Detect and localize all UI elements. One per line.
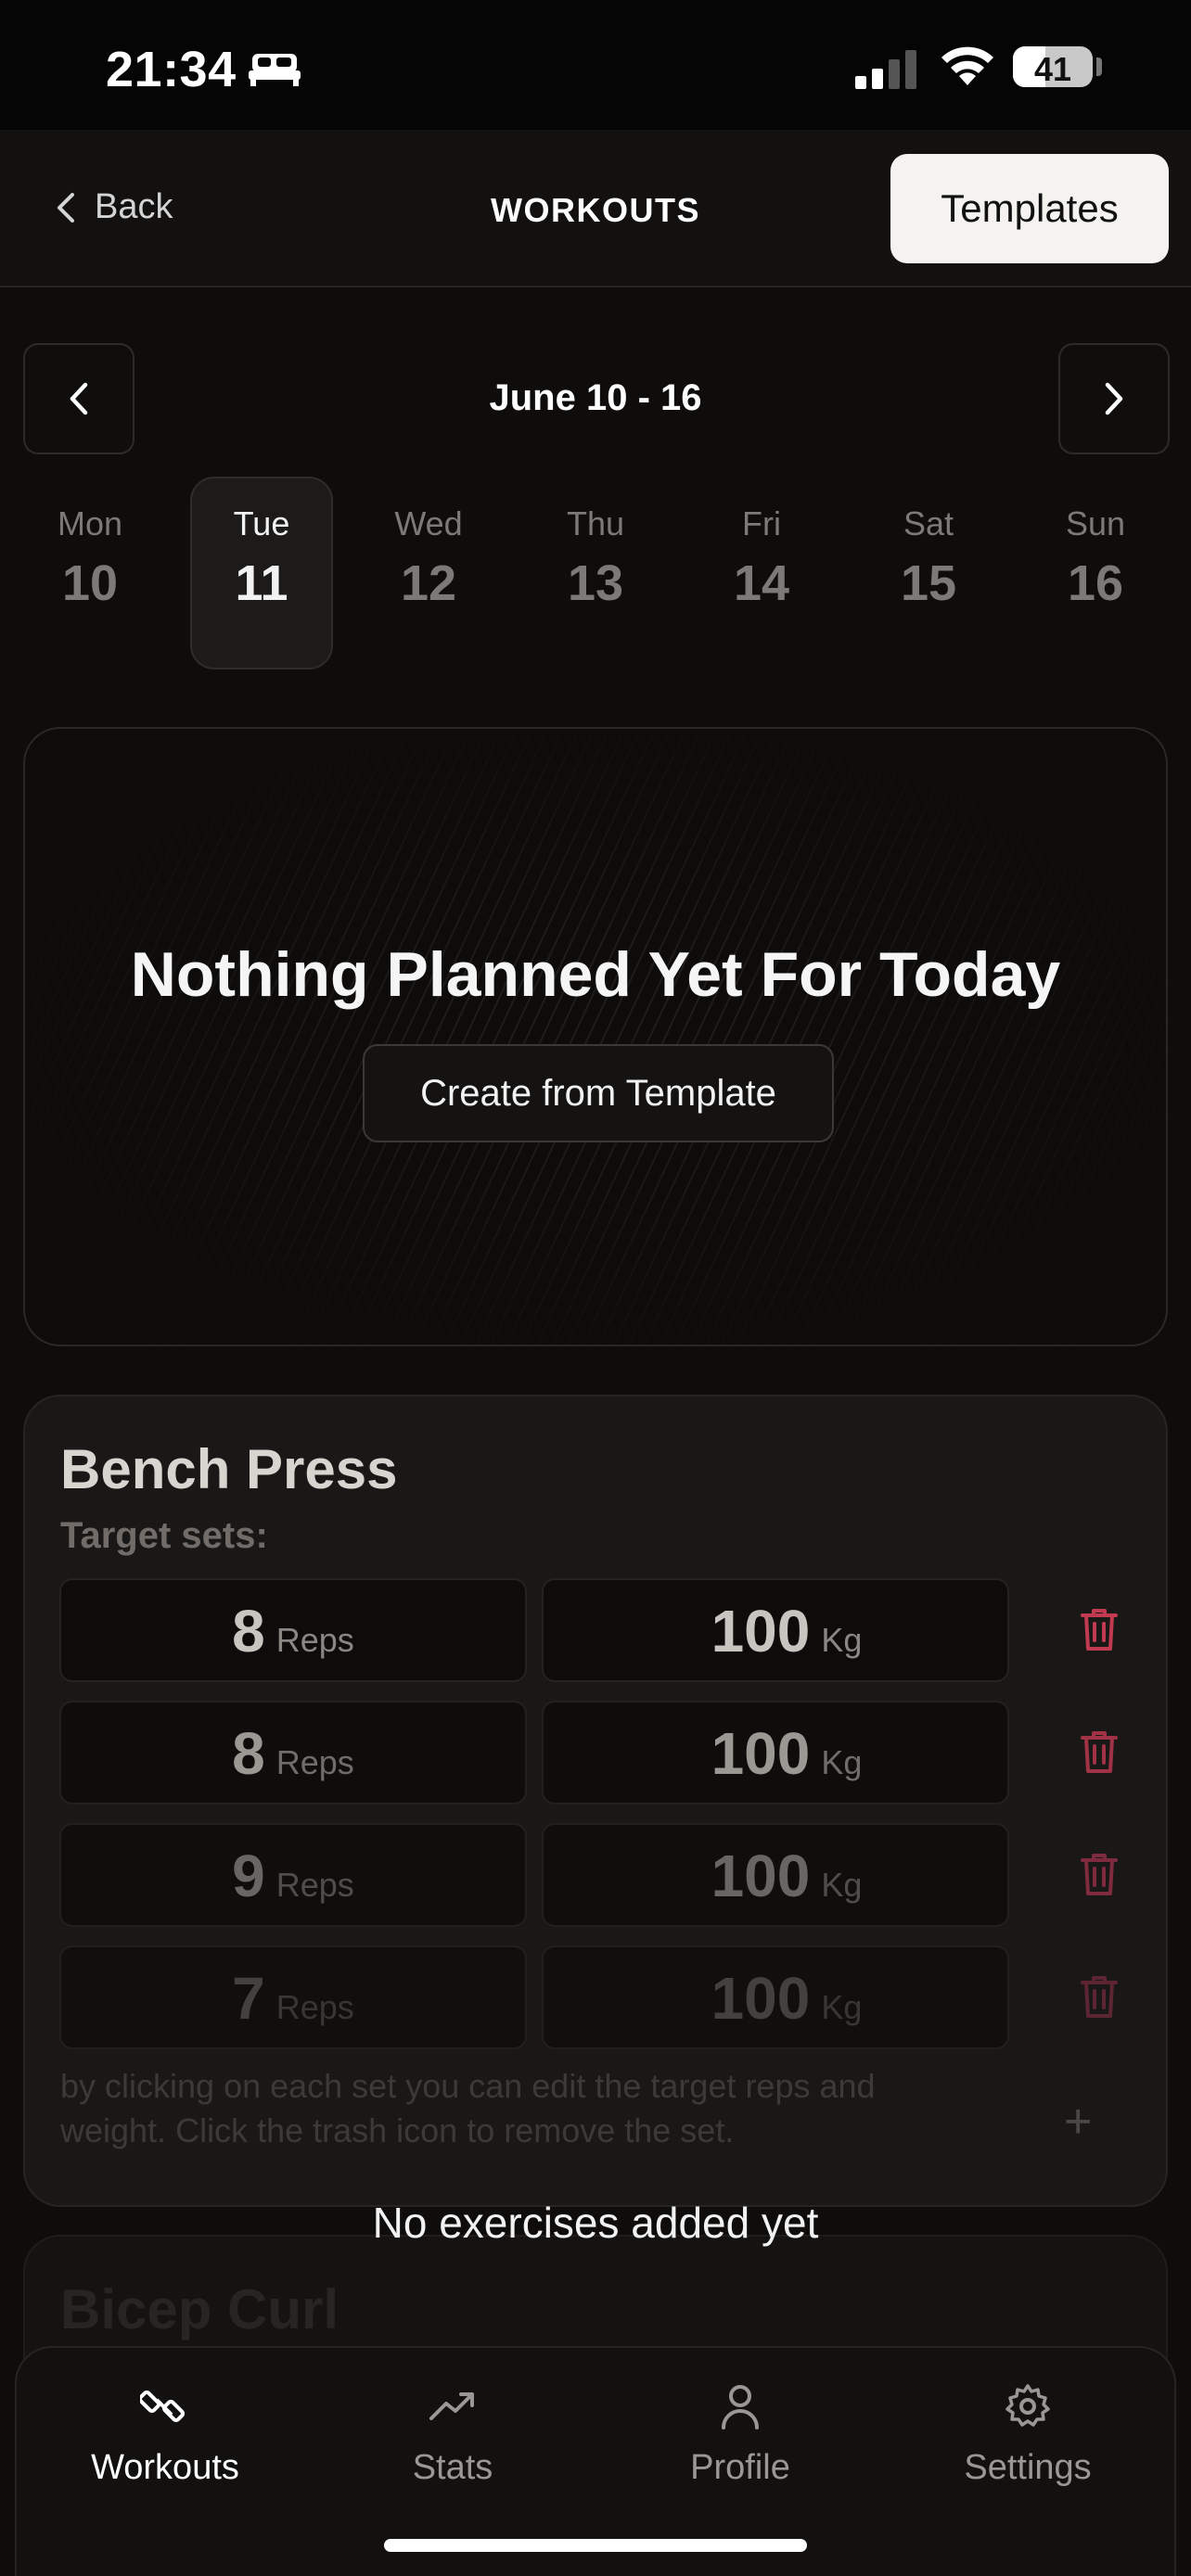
day-name: Thu bbox=[566, 504, 625, 542]
day-number: 11 bbox=[235, 555, 288, 611]
tab-stats[interactable]: Stats bbox=[341, 2381, 564, 2488]
set-reps-field[interactable]: 8 Reps bbox=[59, 1578, 527, 1682]
day-number: 16 bbox=[1067, 555, 1124, 611]
reps-unit: Reps bbox=[275, 1866, 354, 1904]
create-from-template-button[interactable]: Create from Template bbox=[363, 1044, 834, 1142]
reps-unit: Reps bbox=[275, 1621, 354, 1659]
day-number: 14 bbox=[733, 555, 790, 611]
day-number: 10 bbox=[61, 555, 119, 611]
day-fri[interactable]: Fri 14 bbox=[690, 477, 833, 670]
target-sets-label: Target sets: bbox=[60, 1515, 268, 1556]
next-week-button[interactable] bbox=[1058, 343, 1170, 454]
day-name: Tue bbox=[233, 504, 290, 542]
day-name: Sun bbox=[1065, 504, 1126, 542]
battery-percent: 41 bbox=[1033, 50, 1072, 87]
reps-value: 8 bbox=[232, 1598, 265, 1664]
weight-unit: Kg bbox=[821, 1866, 863, 1904]
templates-button[interactable]: Templates bbox=[890, 154, 1169, 263]
trash-icon[interactable] bbox=[1080, 1606, 1119, 1652]
add-set-button[interactable]: + bbox=[1064, 2094, 1092, 2149]
home-indicator[interactable] bbox=[384, 2539, 807, 2552]
chevron-right-icon bbox=[1105, 382, 1123, 415]
set-weight-field[interactable]: 100 Kg bbox=[542, 1578, 1009, 1682]
day-selector: Mon 10 Tue 11 Wed 12 Thu 13 Fri 14 Sat 1… bbox=[19, 477, 1172, 670]
tab-profile[interactable]: Profile bbox=[629, 2381, 852, 2488]
set-row: 8 Reps 100 Kg bbox=[59, 1701, 1135, 1804]
no-exercises-message: No exercises added yet bbox=[372, 2199, 819, 2247]
weight-unit: Kg bbox=[821, 1743, 863, 1781]
day-tue[interactable]: Tue 11 bbox=[190, 477, 333, 670]
day-wed[interactable]: Wed 12 bbox=[357, 477, 500, 670]
set-weight-field[interactable]: 100 Kg bbox=[542, 1701, 1009, 1804]
battery-icon: 41 bbox=[1013, 46, 1093, 87]
reps-unit: Reps bbox=[275, 1743, 354, 1781]
trash-icon[interactable] bbox=[1080, 1851, 1119, 1897]
wifi-icon bbox=[941, 46, 993, 85]
status-time: 21:34 bbox=[106, 42, 237, 97]
reps-unit: Reps bbox=[275, 1988, 354, 2026]
set-row: 7 Reps 100 Kg bbox=[59, 1945, 1135, 2049]
tab-label: Workouts bbox=[91, 2448, 239, 2487]
weight-value: 100 bbox=[711, 1965, 811, 2032]
battery-nub bbox=[1096, 57, 1102, 76]
bed-icon bbox=[249, 54, 301, 86]
set-reps-field[interactable]: 7 Reps bbox=[59, 1945, 527, 2049]
set-reps-field[interactable]: 8 Reps bbox=[59, 1701, 527, 1804]
weight-value: 100 bbox=[711, 1598, 811, 1664]
weight-value: 100 bbox=[711, 1720, 811, 1787]
status-bar: 21:34 41 bbox=[0, 0, 1191, 130]
card-pattern-fade bbox=[25, 729, 1166, 1345]
day-number: 13 bbox=[567, 555, 624, 611]
empty-state-title: Nothing Planned Yet For Today bbox=[130, 939, 1061, 1010]
weight-unit: Kg bbox=[821, 1988, 863, 2026]
reps-value: 9 bbox=[232, 1843, 265, 1909]
dumbbell-icon bbox=[140, 2390, 186, 2423]
day-name: Fri bbox=[742, 504, 781, 542]
cellular-signal-icon bbox=[855, 50, 916, 89]
day-name: Mon bbox=[57, 504, 123, 542]
tab-label: Profile bbox=[690, 2448, 790, 2487]
week-range: June 10 - 16 bbox=[489, 377, 702, 418]
person-icon bbox=[722, 2385, 759, 2429]
day-sat[interactable]: Sat 15 bbox=[857, 477, 1000, 670]
day-number: 15 bbox=[900, 555, 957, 611]
weight-value: 100 bbox=[711, 1843, 811, 1909]
tab-settings[interactable]: Settings bbox=[916, 2381, 1139, 2488]
gear-icon bbox=[1005, 2384, 1050, 2427]
tab-label: Stats bbox=[412, 2448, 493, 2487]
tab-label: Settings bbox=[964, 2448, 1092, 2487]
day-name: Sat bbox=[903, 504, 954, 542]
exercise-card: Bench Press Target sets: 8 Reps 100 Kg 8… bbox=[23, 1395, 1168, 2207]
set-weight-field[interactable]: 100 Kg bbox=[542, 1823, 1009, 1927]
sets-help-text: by clicking on each set you can edit the… bbox=[60, 2067, 876, 2149]
weight-unit: Kg bbox=[821, 1621, 863, 1659]
trash-icon[interactable] bbox=[1080, 1728, 1119, 1775]
day-name: Wed bbox=[394, 504, 463, 542]
day-number: 12 bbox=[400, 555, 457, 611]
day-thu[interactable]: Thu 13 bbox=[524, 477, 667, 670]
day-mon[interactable]: Mon 10 bbox=[19, 477, 161, 670]
day-sun[interactable]: Sun 16 bbox=[1024, 477, 1167, 670]
reps-value: 8 bbox=[232, 1720, 265, 1787]
trash-icon[interactable] bbox=[1080, 1973, 1119, 2020]
reps-value: 7 bbox=[232, 1965, 265, 2032]
top-header: Back WORKOUTS Templates bbox=[0, 130, 1191, 287]
set-row: 9 Reps 100 Kg bbox=[59, 1823, 1135, 1927]
empty-day-card: Nothing Planned Yet For Today Create fro… bbox=[23, 727, 1168, 1346]
tab-workouts[interactable]: Workouts bbox=[54, 2381, 276, 2488]
set-reps-field[interactable]: 9 Reps bbox=[59, 1823, 527, 1927]
exercise-name: Bench Press bbox=[60, 1438, 398, 1500]
set-row: 8 Reps 100 Kg bbox=[59, 1578, 1135, 1682]
exercise-name: Bicep Curl bbox=[60, 2278, 339, 2340]
set-weight-field[interactable]: 100 Kg bbox=[542, 1945, 1009, 2049]
trending-up-icon bbox=[429, 2392, 474, 2420]
